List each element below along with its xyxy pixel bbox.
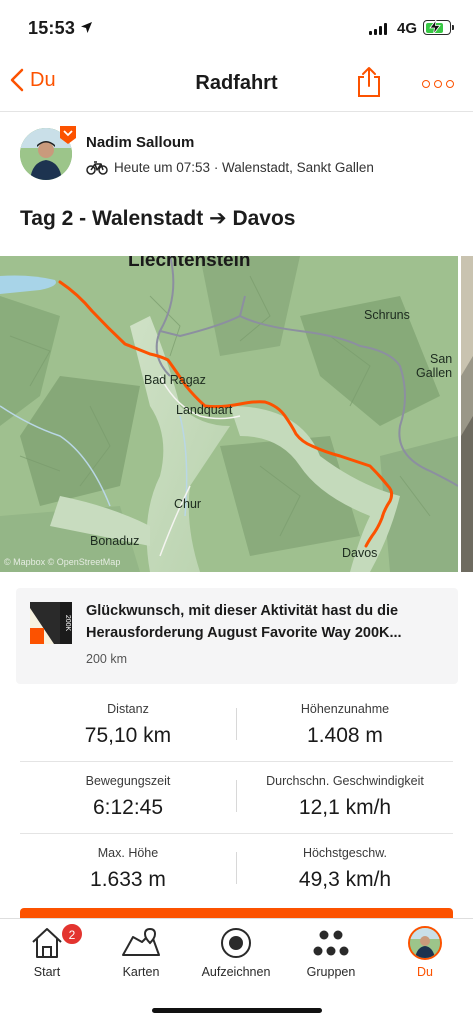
photo-thumbnail <box>461 256 473 572</box>
battery-icon <box>423 20 454 35</box>
stat-value: 1.408 m <box>307 724 383 747</box>
activity-stats: Distanz 75,10 km Höhenzunahme 1.408 m Be… <box>20 690 453 906</box>
stat-max-speed: Höchstgeschw. 49,3 km/h <box>237 846 453 892</box>
more-dot-icon <box>446 80 454 88</box>
tab-label: Karten <box>122 965 160 979</box>
stat-moving-time: Bewegungszeit 6:12:45 <box>20 774 236 820</box>
stat-value: 75,10 km <box>84 724 172 747</box>
stat-label: Distanz <box>107 702 149 716</box>
stat-row: Max. Höhe 1.633 m Höchstgeschw. 49,3 km/… <box>20 834 453 906</box>
groups-icon <box>313 930 349 956</box>
stat-value: 6:12:45 <box>92 796 164 819</box>
record-icon <box>221 928 251 958</box>
navigation-bar: Du Radfahrt <box>0 58 473 112</box>
avatar <box>408 926 442 960</box>
map-label-schruns: Schruns <box>364 308 410 322</box>
page-title: Radfahrt <box>195 72 278 94</box>
tab-du[interactable]: Du <box>378 919 472 989</box>
map-label-landquart: Landquart <box>176 403 233 417</box>
tab-label: Du <box>417 965 433 979</box>
tab-karten[interactable]: Karten <box>94 919 188 989</box>
athlete-avatar[interactable] <box>20 126 76 180</box>
stat-label: Max. Höhe <box>97 846 159 860</box>
bike-icon <box>86 160 108 175</box>
stat-row: Bewegungszeit 6:12:45 Durchschn. Geschwi… <box>20 762 453 834</box>
map-attribution: © Mapbox © OpenStreetMap <box>4 557 121 567</box>
route-map[interactable]: Liechtenstein Schruns San Gallen Bad Rag… <box>0 256 458 572</box>
stat-label: Bewegungszeit <box>85 774 171 788</box>
stat-label: Durchschn. Geschwindigkeit <box>266 774 424 788</box>
subscriber-badge-icon <box>60 126 76 144</box>
tab-label: Gruppen <box>306 965 356 979</box>
tab-start[interactable]: 2 Start <box>0 919 94 989</box>
status-time: 15:53 <box>28 18 76 38</box>
location-arrow-icon <box>81 22 92 33</box>
stat-elevation-gain: Höhenzunahme 1.408 m <box>237 702 453 748</box>
stat-avg-speed: Durchschn. Geschwindigkeit 12,1 km/h <box>237 774 453 820</box>
challenge-badge-text: 200K <box>64 615 71 632</box>
map-label-liechtenstein: Liechtenstein <box>128 256 251 271</box>
map-label-st-gallenkirch-2: Gallen <box>416 366 453 380</box>
challenge-card[interactable]: 200K Glückwunsch, mit dieser Aktivität h… <box>16 588 458 684</box>
stat-value: 49,3 km/h <box>298 868 392 891</box>
tab-gruppen[interactable]: Gruppen <box>284 919 378 989</box>
signal-icon <box>369 23 387 35</box>
athlete-header: Nadim Salloum Heute um 07:53 · Walenstad… <box>20 126 460 186</box>
tab-label: Aufzeichnen <box>201 965 271 979</box>
map-label-chur: Chur <box>174 497 202 511</box>
map-label-st-gallenkirch-1: San <box>430 352 453 366</box>
challenge-text: Glückwunsch, mit dieser Aktivität hast d… <box>86 603 402 641</box>
map-pin-icon <box>122 927 160 956</box>
more-dot-icon <box>434 80 442 88</box>
stat-label: Höchstgeschw. <box>302 846 388 860</box>
tab-label: Start <box>33 965 61 979</box>
activity-meta-text: Heute um 07:53 · Walenstadt, Sankt Galle… <box>114 160 374 175</box>
status-bar: 15:53 4G <box>0 0 473 58</box>
challenge-badge-icon: 200K <box>30 602 72 644</box>
athlete-name[interactable]: Nadim Salloum <box>86 134 194 151</box>
more-button[interactable] <box>422 80 454 88</box>
share-button[interactable] <box>356 66 382 103</box>
network-label: 4G <box>397 20 418 37</box>
tab-aufzeichnen[interactable]: Aufzeichnen <box>189 919 283 989</box>
home-indicator[interactable] <box>152 1008 322 1013</box>
challenge-distance: 200 km <box>86 652 127 666</box>
stat-distance: Distanz 75,10 km <box>20 702 236 748</box>
map-label-davos: Davos <box>342 546 378 560</box>
home-icon <box>32 928 62 958</box>
map-label-bonaduz: Bonaduz <box>90 534 140 548</box>
map-label-bad-ragaz: Bad Ragaz <box>144 373 206 387</box>
stat-value: 12,1 km/h <box>298 796 392 819</box>
activity-meta: Heute um 07:53 · Walenstadt, Sankt Galle… <box>86 160 374 175</box>
photo-carousel-peek[interactable] <box>461 256 473 572</box>
stat-label: Höhenzunahme <box>300 702 390 716</box>
stat-value: 1.633 m <box>90 868 166 891</box>
more-dot-icon <box>422 80 430 88</box>
share-icon <box>358 67 380 97</box>
activity-title: Tag 2 - Walenstadt ➔ Davos <box>20 207 296 230</box>
stat-max-elevation: Max. Höhe 1.633 m <box>20 846 236 892</box>
stat-row: Distanz 75,10 km Höhenzunahme 1.408 m <box>20 690 453 762</box>
notification-badge: 2 <box>61 923 83 945</box>
